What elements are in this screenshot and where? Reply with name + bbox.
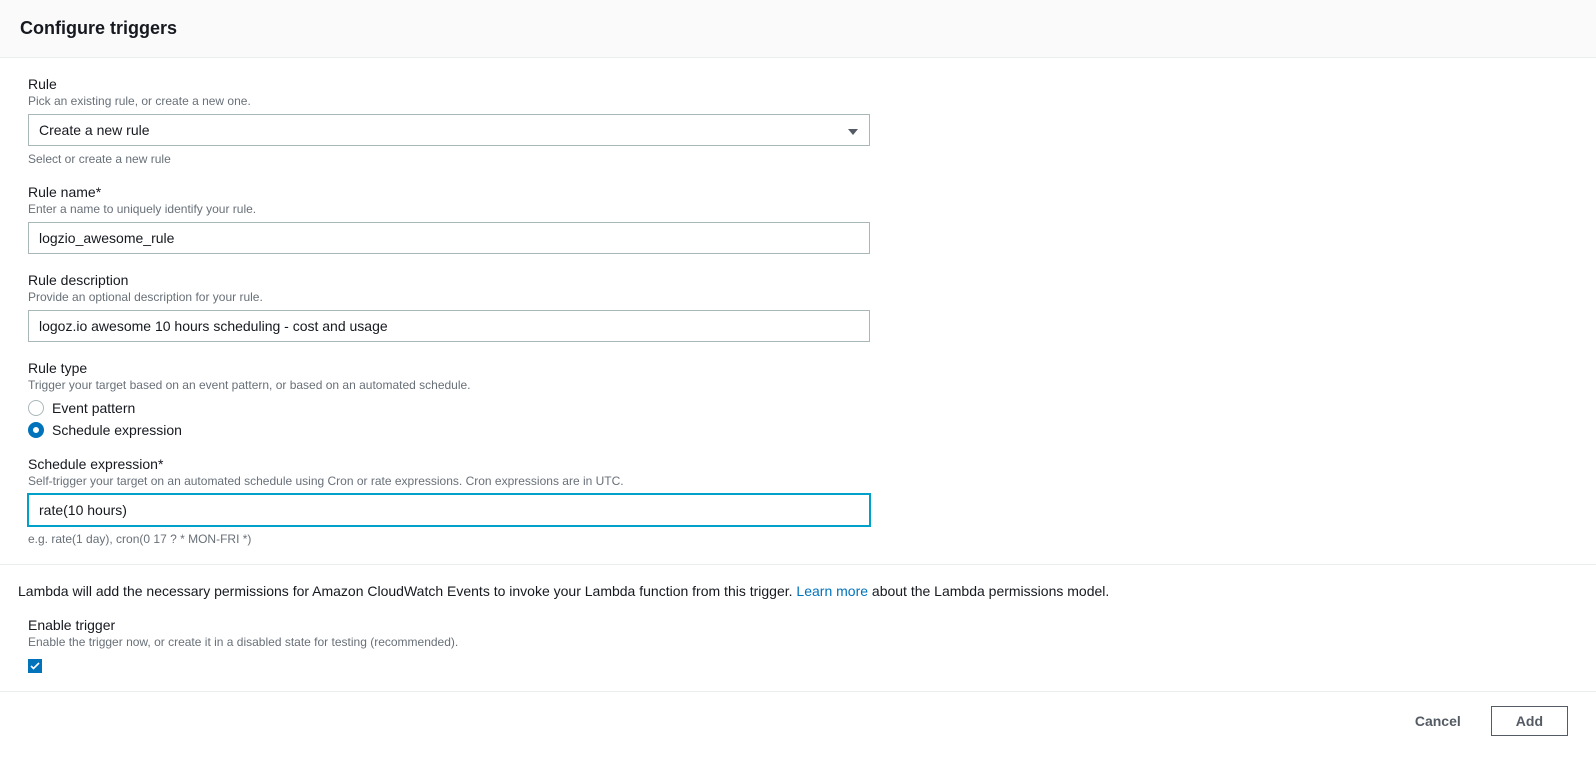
rule-select-wrapper: Create a new rule [28, 114, 870, 146]
learn-more-link[interactable]: Learn more [796, 583, 868, 599]
schedule-expression-input[interactable] [28, 494, 870, 526]
field-schedule-expression: Schedule expression* Self-trigger your t… [28, 456, 1568, 546]
permissions-info: Lambda will add the necessary permission… [18, 583, 1578, 599]
rule-description-input[interactable] [28, 310, 870, 342]
enable-trigger-checkbox-wrap [28, 657, 1568, 673]
rule-name-input[interactable] [28, 222, 870, 254]
rule-bottom-hint: Select or create a new rule [28, 152, 1568, 166]
radio-icon [28, 422, 44, 438]
field-rule-description: Rule description Provide an optional des… [28, 272, 1568, 342]
footer: Cancel Add [0, 691, 1596, 750]
schedule-expression-hint: Self-trigger your target on an automated… [28, 474, 1568, 488]
enable-trigger-hint: Enable the trigger now, or create it in … [28, 635, 1568, 649]
permissions-info-prefix: Lambda will add the necessary permission… [18, 583, 796, 599]
rule-type-hint: Trigger your target based on an event pa… [28, 378, 1568, 392]
rule-type-radio-group: Event pattern Schedule expression [28, 400, 1568, 438]
rule-description-hint: Provide an optional description for your… [28, 290, 1568, 304]
rule-type-label: Rule type [28, 360, 1568, 376]
form-area: Rule Pick an existing rule, or create a … [0, 58, 1596, 546]
field-enable-trigger: Enable trigger Enable the trigger now, o… [28, 617, 1568, 673]
check-icon [30, 662, 40, 670]
enable-trigger-label: Enable trigger [28, 617, 1568, 633]
permissions-info-section: Lambda will add the necessary permission… [0, 583, 1596, 599]
radio-event-pattern[interactable]: Event pattern [28, 400, 1568, 416]
rule-name-label: Rule name* [28, 184, 1568, 200]
page-header: Configure triggers [0, 0, 1596, 58]
enable-trigger-area: Enable trigger Enable the trigger now, o… [0, 599, 1596, 673]
schedule-expression-example: e.g. rate(1 day), cron(0 17 ? * MON-FRI … [28, 532, 1568, 546]
cancel-button[interactable]: Cancel [1405, 707, 1471, 735]
rule-select[interactable]: Create a new rule [28, 114, 870, 146]
permissions-info-suffix: about the Lambda permissions model. [868, 583, 1109, 599]
radio-schedule-expression-label: Schedule expression [52, 422, 182, 438]
radio-icon [28, 400, 44, 416]
field-rule-name: Rule name* Enter a name to uniquely iden… [28, 184, 1568, 254]
rule-select-value: Create a new rule [39, 122, 150, 138]
radio-schedule-expression[interactable]: Schedule expression [28, 422, 1568, 438]
schedule-expression-label: Schedule expression* [28, 456, 1568, 472]
rule-hint: Pick an existing rule, or create a new o… [28, 94, 1568, 108]
field-rule: Rule Pick an existing rule, or create a … [28, 76, 1568, 166]
field-rule-type: Rule type Trigger your target based on a… [28, 360, 1568, 438]
rule-label: Rule [28, 76, 1568, 92]
divider [0, 564, 1596, 565]
rule-description-label: Rule description [28, 272, 1568, 288]
radio-event-pattern-label: Event pattern [52, 400, 135, 416]
page-title: Configure triggers [20, 18, 1576, 39]
enable-trigger-checkbox[interactable] [28, 659, 42, 673]
rule-name-hint: Enter a name to uniquely identify your r… [28, 202, 1568, 216]
add-button[interactable]: Add [1491, 706, 1568, 736]
